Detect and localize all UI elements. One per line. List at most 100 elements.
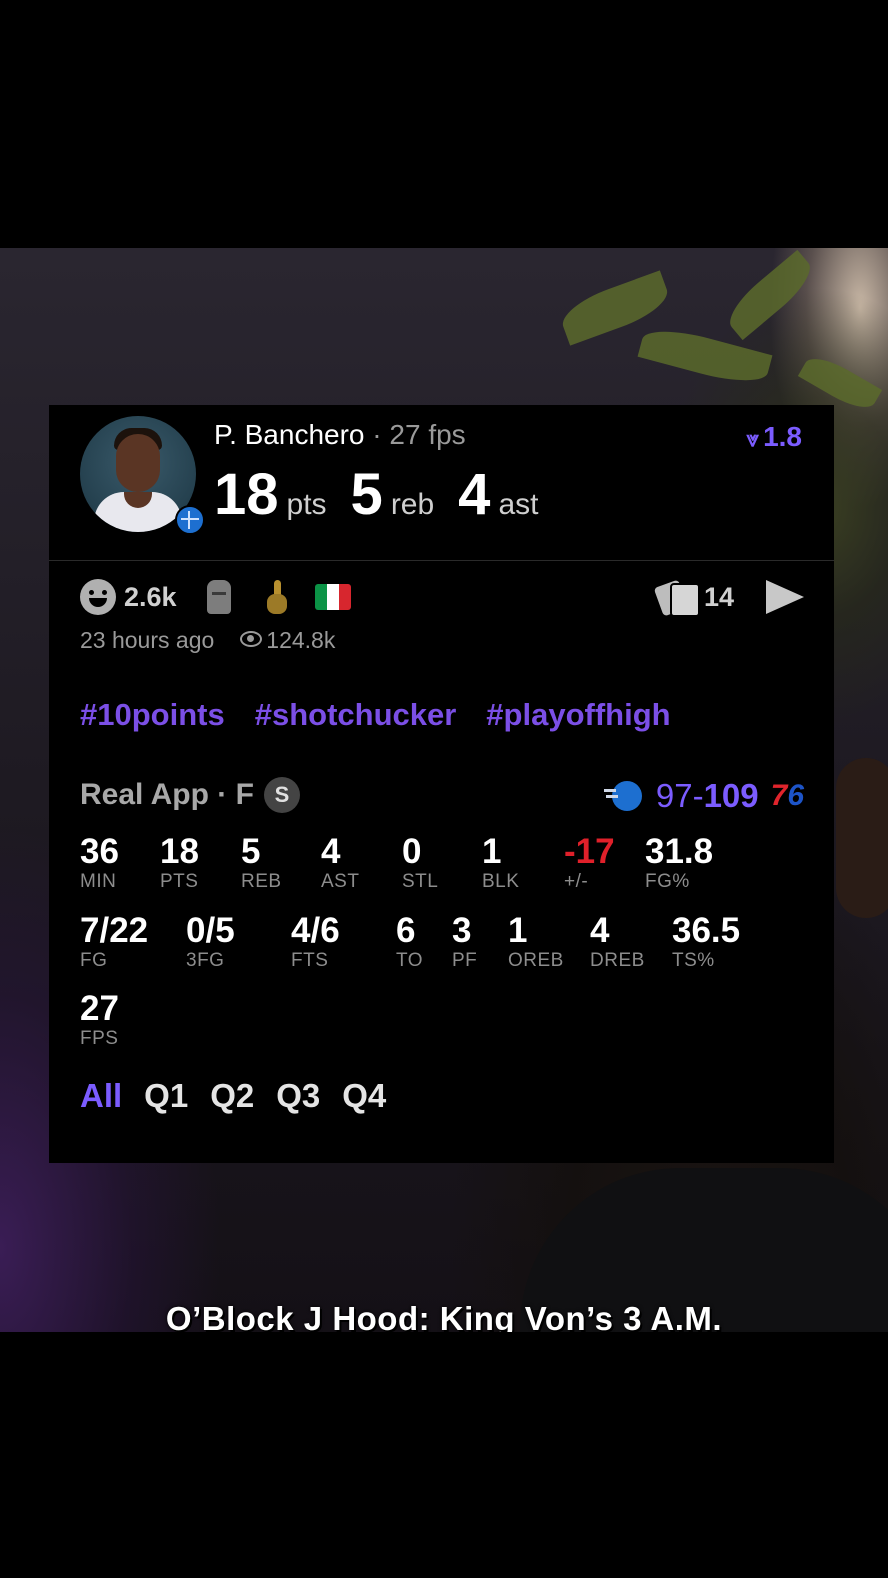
flag-stripe [326, 584, 339, 610]
flag-stripe [314, 584, 327, 610]
stat-label: FPS [80, 1028, 119, 1049]
stat-3fg: 0/5 3FG [186, 912, 235, 972]
tab-q2[interactable]: Q2 [210, 1077, 254, 1114]
stat-pts: 18 PTS [160, 833, 199, 893]
stat-label: OREB [508, 950, 564, 971]
logo-six: 6 [787, 779, 804, 812]
stat-value: 5 [241, 832, 261, 871]
stat-value: 4 [321, 832, 341, 871]
game-score[interactable]: 97-109 76 [603, 777, 804, 815]
stat-label: 3FG [186, 950, 225, 971]
smile-reaction-icon[interactable] [80, 579, 116, 615]
stat-value: 36.5 [672, 911, 741, 950]
tab-all[interactable]: All [80, 1077, 122, 1114]
stat-label: REB [241, 871, 282, 892]
stat-label: DREB [590, 950, 645, 971]
headline-assists-value: 4 [458, 462, 491, 527]
stat-value: 4 [590, 911, 610, 950]
magic-logo-icon [603, 781, 642, 811]
stat-min: 36 MIN [80, 833, 119, 893]
score-separator: - [692, 777, 704, 814]
quarter-tabs: All Q1 Q2 Q3 Q4 [80, 1077, 408, 1115]
stat-value: 36 [80, 832, 119, 871]
team-score: 97 [655, 777, 693, 814]
rating-chevron-icon: ⩔ [746, 426, 760, 451]
tab-q1[interactable]: Q1 [144, 1077, 188, 1114]
stat-to: 6 TO [396, 912, 423, 972]
hashtag[interactable]: #10points [80, 697, 225, 732]
stat-stl: 0 STL [402, 833, 438, 893]
headline-points-unit: pts [286, 488, 327, 521]
stat-pf: 3 PF [452, 912, 477, 972]
hashtag[interactable]: #shotchucker [255, 697, 457, 732]
hashtag[interactable]: #playoffhigh [486, 697, 670, 732]
avatar-jersey [94, 492, 182, 532]
stat-label: FG% [645, 871, 690, 892]
opponent-score: 109 [703, 777, 759, 814]
stat-label: PF [452, 950, 478, 971]
stat-label: BLK [482, 871, 520, 892]
avatar-head [116, 434, 160, 492]
name-separator: · [364, 419, 390, 450]
player-fps: 27 fps [389, 419, 466, 450]
italy-flag-icon[interactable] [314, 584, 351, 610]
player-name[interactable]: P. Banchero [214, 419, 365, 450]
stat-label: PTS [160, 871, 199, 892]
magic-team-icon [175, 505, 205, 535]
headline-rebounds-unit: reb [390, 488, 435, 521]
video-caption: O’Block J Hood: King Von’s 3 A.M. [165, 1300, 723, 1332]
game-source: Real App · F S [80, 777, 300, 813]
headline-rebounds-value: 5 [350, 462, 383, 527]
stat-value: 4/6 [291, 911, 340, 950]
post-meta: 23 hours ago 124.8k [80, 627, 335, 654]
headline-stats: 18 pts 5 reb 4 ast [214, 461, 562, 528]
stat-value: 1 [508, 911, 528, 950]
rating-value: 1.8 [763, 421, 802, 452]
stat-label: TO [396, 950, 424, 971]
status-badge: S [263, 777, 300, 813]
stat-value: 18 [160, 832, 199, 871]
player-post-card[interactable]: P. Banchero · 27 fps ⩔ 1.8 18 pts 5 reb 4 ast … [49, 405, 834, 1163]
finger-reaction-icon[interactable] [265, 580, 289, 614]
stat-label: FG [80, 950, 108, 971]
stat-value: -17 [564, 832, 615, 871]
stat-blk: 1 BLK [482, 833, 519, 893]
logo-seven: 7 [770, 779, 788, 812]
stat-value: 1 [482, 832, 502, 871]
view-count: 124.8k [266, 627, 336, 653]
stat-value: 6 [396, 911, 416, 950]
stat-label: MIN [80, 871, 117, 892]
moai-reaction-icon[interactable] [206, 580, 231, 614]
send-icon[interactable] [766, 580, 804, 614]
stat-value: 0 [402, 832, 422, 871]
player-name-line[interactable]: P. Banchero · 27 fps [214, 419, 466, 451]
headline-assists-unit: ast [498, 488, 539, 521]
stat-fps: 27 FPS [80, 990, 119, 1050]
stat-label: FTS [291, 950, 329, 971]
sixers-logo-icon: 76 [771, 779, 804, 813]
stat-fts: 4/6 FTS [291, 912, 340, 972]
comment-count[interactable]: 14 [704, 582, 734, 613]
stat-value: 7/22 [80, 911, 149, 950]
stat-label: AST [321, 871, 360, 892]
cards-icon[interactable] [656, 581, 700, 617]
plant-leaf [720, 249, 820, 341]
stat-dreb: 4 DREB [590, 912, 645, 972]
stat-value: 3 [452, 911, 472, 950]
game-source-label: Real App · F [80, 778, 254, 811]
reactions-row: 2.6k [80, 577, 351, 617]
stat-value: 0/5 [186, 911, 235, 950]
tab-q3[interactable]: Q3 [276, 1077, 320, 1114]
rating-badge[interactable]: ⩔ 1.8 [747, 421, 802, 453]
game-row[interactable]: Real App · F S 97-109 76 [80, 777, 804, 817]
stat-label: STL [402, 871, 439, 892]
header-divider [49, 560, 834, 561]
stat-plus-minus: -17 +/- [564, 833, 615, 893]
stat-ast: 4 AST [321, 833, 359, 893]
tab-q4[interactable]: Q4 [342, 1077, 386, 1114]
person-ear [836, 758, 888, 918]
stat-value: 31.8 [645, 832, 714, 871]
headline-points-value: 18 [214, 462, 279, 527]
reaction-count[interactable]: 2.6k [124, 582, 177, 613]
engagement-actions: 14 [656, 577, 804, 617]
